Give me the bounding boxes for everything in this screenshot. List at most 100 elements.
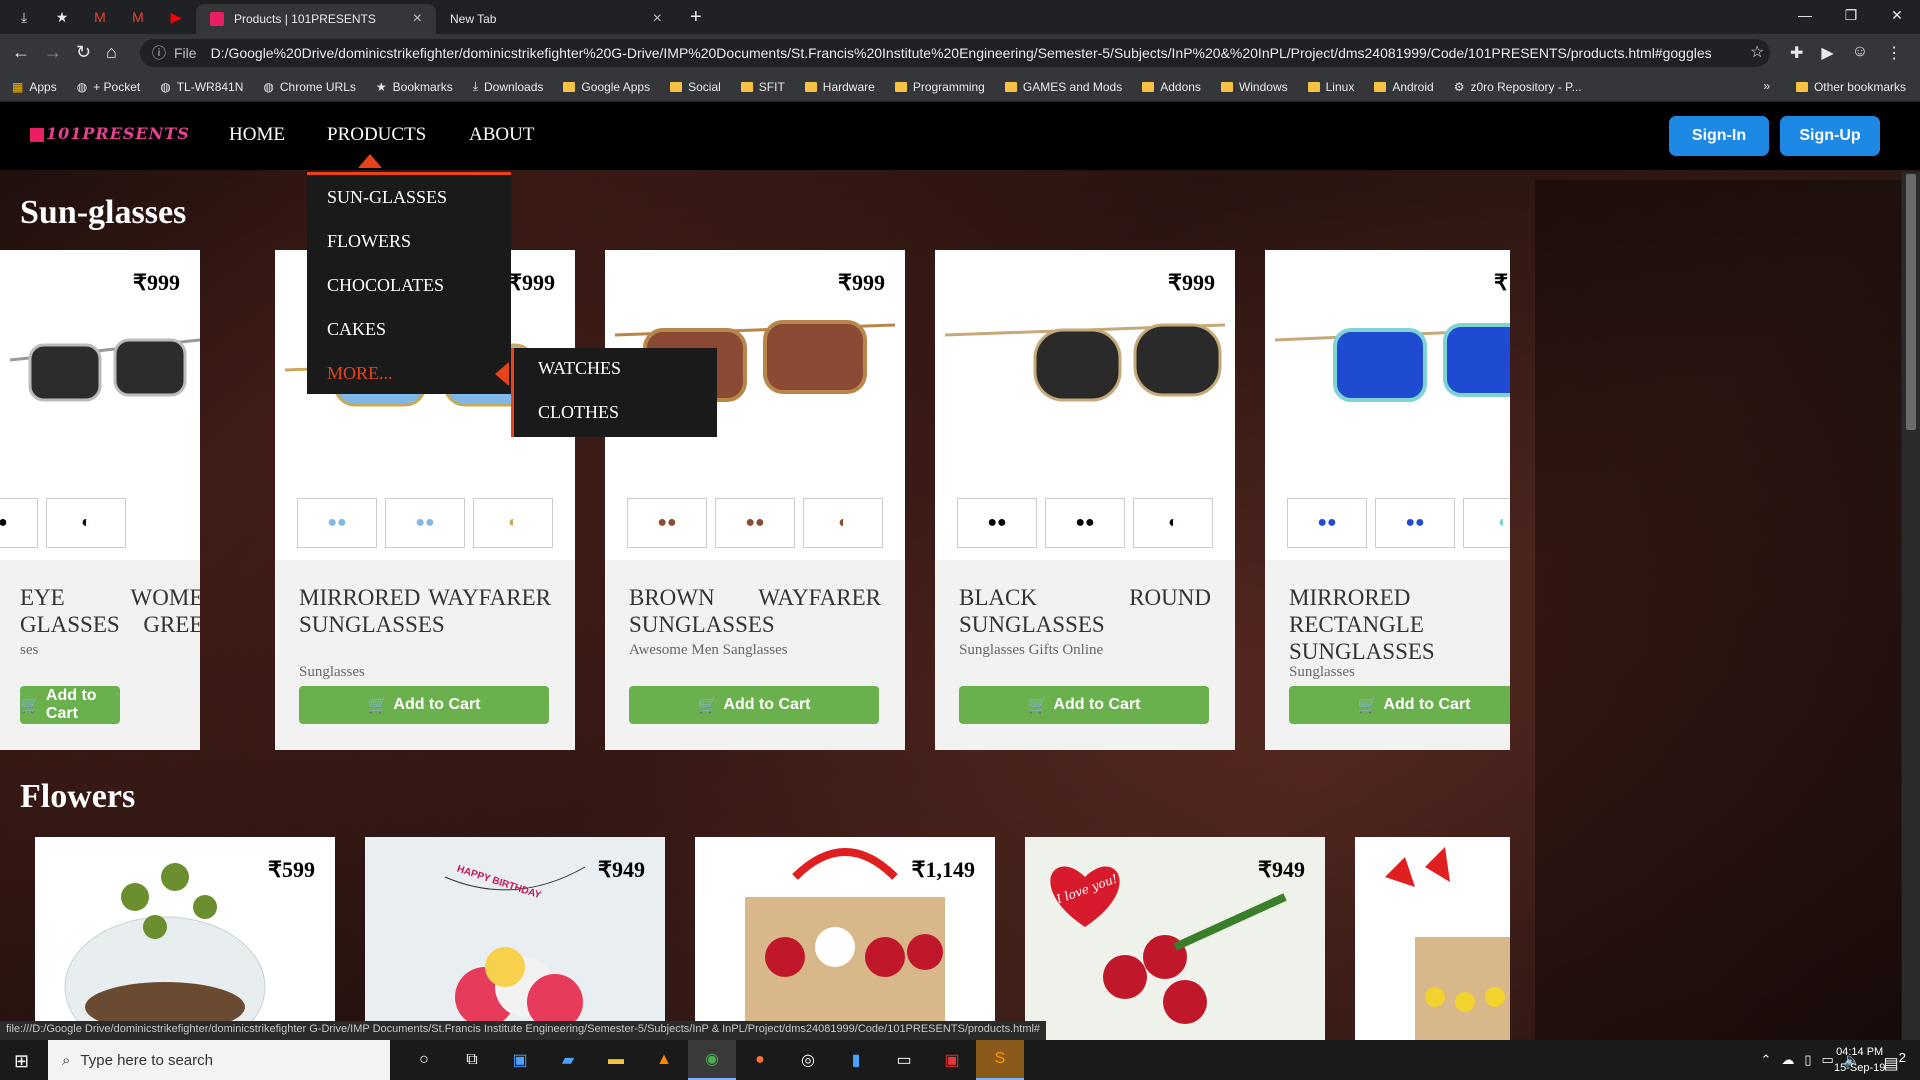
bookmark-pocket[interactable]: ◍ + Pocket <box>77 80 141 94</box>
restore-icon[interactable]: ❐ <box>1828 0 1874 30</box>
reload-icon[interactable]: ↻ <box>76 42 91 63</box>
bookmark-folder-programming[interactable]: Programming <box>894 80 985 94</box>
thumbnail[interactable]: ●● <box>715 498 795 548</box>
chrome-icon[interactable]: ◉ <box>688 1040 736 1080</box>
tray-chevron-icon[interactable]: ⌃ <box>1760 1052 1771 1068</box>
bookmark-folder-social[interactable]: Social <box>670 80 721 94</box>
bookmark-star-icon[interactable]: ☆ <box>1750 42 1764 62</box>
bookmark-tl-wr841n[interactable]: ◍ TL-WR841N <box>160 80 243 94</box>
cortana-circle-icon[interactable]: ○ <box>400 1040 448 1080</box>
dropdown-item-more[interactable]: MORE... <box>327 363 393 384</box>
submenu-item-watches[interactable]: WATCHES <box>538 358 621 379</box>
bookmark-chrome-urls[interactable]: ◍ Chrome URLs <box>263 80 356 94</box>
gmail-icon[interactable]: M <box>84 6 116 28</box>
product-card[interactable]: ₹1,149 <box>695 837 995 1040</box>
product-card[interactable] <box>1355 837 1510 1040</box>
bookmark-folder-windows[interactable]: Windows <box>1220 80 1288 94</box>
bookmark-z0ro-repository[interactable]: ⚙ z0ro Repository - P... <box>1454 80 1582 94</box>
sublime-text-icon[interactable]: S <box>976 1040 1024 1080</box>
firefox-icon[interactable]: ● <box>736 1040 784 1080</box>
app-icon[interactable]: ▣ <box>496 1040 544 1080</box>
tab-products[interactable]: Products | 101PRESENTS × <box>196 4 436 34</box>
bookmark-folder-hardware[interactable]: Hardware <box>804 80 875 94</box>
menu-kebab-icon[interactable]: ⋮ <box>1886 43 1902 63</box>
product-card[interactable]: ₹ ●● ●● ◐ MIRRORED RECTANGLE SUNGLASSES … <box>1265 250 1510 750</box>
thumbnail[interactable]: ●● <box>297 498 377 548</box>
tab-new-tab[interactable]: New Tab × <box>436 4 676 34</box>
product-card[interactable]: ₹999 ● ●● ◐ EYE WOMEN GLASSES GREEN ses … <box>0 250 200 750</box>
dropdown-item-chocolates[interactable]: CHOCOLATES <box>327 275 444 296</box>
thumbnail[interactable]: ●● <box>0 498 38 548</box>
product-card[interactable]: ₹999 ●● ●● ◐ BLACK ROUND SUNGLASSES Sung… <box>935 250 1235 750</box>
taskbar-search-box[interactable]: ⌕ Type here to search <box>48 1040 390 1080</box>
windows-start-icon[interactable]: ⊞ <box>14 1051 29 1072</box>
submenu-item-clothes[interactable]: CLOTHES <box>538 402 619 423</box>
media-play-icon[interactable]: ▶ <box>1821 43 1833 63</box>
bookmark-apps[interactable]: ▦ Apps <box>12 80 57 94</box>
youtube-icon[interactable]: ▶ <box>160 6 192 28</box>
sign-up-button[interactable]: Sign-Up <box>1780 116 1880 156</box>
bookmark-folder-google-apps[interactable]: Google Apps <box>563 80 650 94</box>
bookmark-folder-android[interactable]: Android <box>1374 80 1434 94</box>
bookmark-folder-linux[interactable]: Linux <box>1307 80 1354 94</box>
info-icon[interactable]: ⓘ <box>152 43 166 63</box>
bookmark-folder-games[interactable]: GAMES and Mods <box>1004 80 1122 94</box>
dropdown-item-cakes[interactable]: CAKES <box>327 319 386 340</box>
new-tab-plus-icon[interactable]: + <box>690 6 702 29</box>
add-to-cart-button[interactable]: 🛒 Add to Cart <box>20 686 120 724</box>
steam-icon[interactable]: ◎ <box>784 1040 832 1080</box>
app-icon[interactable]: ▰ <box>544 1040 592 1080</box>
thumbnail[interactable]: ●● <box>1045 498 1125 548</box>
nav-home[interactable]: HOME <box>229 124 285 146</box>
battery-icon[interactable]: ▯ <box>1804 1052 1811 1068</box>
extensions-puzzle-icon[interactable]: ✚ <box>1790 43 1803 63</box>
vlc-icon[interactable]: ▲ <box>640 1040 688 1080</box>
thumbnail[interactable]: ◐ <box>1133 498 1213 548</box>
dropdown-item-sunglasses[interactable]: SUN-GLASSES <box>327 187 447 208</box>
app-icon[interactable]: ▭ <box>880 1040 928 1080</box>
download-icon[interactable]: ⤓ <box>8 6 40 28</box>
task-view-icon[interactable]: ⧉ <box>448 1040 496 1080</box>
back-arrow-icon[interactable]: ← <box>12 42 30 63</box>
bookmark-folder-addons[interactable]: Addons <box>1142 80 1201 94</box>
scrollbar-thumb[interactable] <box>1906 174 1916 430</box>
add-to-cart-button[interactable]: 🛒 Add to Cart <box>1289 686 1510 724</box>
thumbnail[interactable]: ◐ <box>803 498 883 548</box>
close-tab-icon[interactable]: × <box>413 10 422 28</box>
close-tab-icon[interactable]: × <box>653 10 662 28</box>
thumbnail[interactable]: ●● <box>1375 498 1455 548</box>
minimize-icon[interactable]: — <box>1782 0 1828 30</box>
dropdown-item-flowers[interactable]: FLOWERS <box>327 231 411 252</box>
file-explorer-icon[interactable]: ▬ <box>592 1040 640 1080</box>
thumbnail[interactable]: ◐ <box>1463 498 1510 548</box>
sign-in-button[interactable]: Sign-In <box>1669 116 1769 156</box>
bookmark-downloads[interactable]: ⤓ Downloads <box>473 79 544 94</box>
gmail-icon[interactable]: M <box>122 6 154 28</box>
thumbnail[interactable]: ◐ <box>46 498 126 548</box>
product-card[interactable]: ₹949 I love you! <box>1025 837 1325 1040</box>
bookmark-folder-sfit[interactable]: SFIT <box>740 80 785 94</box>
star-icon[interactable]: ★ <box>46 6 78 28</box>
nav-about[interactable]: ABOUT <box>469 124 534 146</box>
bookmark-other[interactable]: Other bookmarks <box>1795 80 1906 94</box>
bookmarks-overflow-chevron-icon[interactable]: » <box>1763 79 1770 93</box>
system-clock[interactable]: 04:14 PM 15-Sep-19 <box>1834 1044 1885 1076</box>
add-to-cart-button[interactable]: 🛒 Add to Cart <box>959 686 1209 724</box>
address-bar[interactable]: ⓘ File D:/Google%20Drive/dominicstrikefi… <box>140 39 1770 67</box>
product-card[interactable]: ₹999 ●● ●● ◐ BROWN WAYFARER SUNGLASSES A… <box>605 250 905 750</box>
nav-products[interactable]: PRODUCTS <box>327 124 426 146</box>
thumbnail[interactable]: ●● <box>385 498 465 548</box>
thumbnail[interactable]: ●● <box>627 498 707 548</box>
app-icon[interactable]: ▮ <box>832 1040 880 1080</box>
notification-center-icon[interactable]: ▤2 <box>1883 1050 1906 1073</box>
network-icon[interactable]: ▭ <box>1822 1052 1834 1068</box>
close-window-icon[interactable]: ✕ <box>1874 0 1920 30</box>
onedrive-cloud-icon[interactable]: ☁ <box>1781 1052 1794 1068</box>
add-to-cart-button[interactable]: 🛒 Add to Cart <box>629 686 879 724</box>
add-to-cart-button[interactable]: 🛒 Add to Cart <box>299 686 549 724</box>
thumbnail[interactable]: ●● <box>1287 498 1367 548</box>
forward-arrow-icon[interactable]: → <box>44 42 62 63</box>
product-card[interactable]: ₹599 <box>35 837 335 1040</box>
thumbnail[interactable]: ●● <box>957 498 1037 548</box>
thumbnail[interactable]: ◐ <box>473 498 553 548</box>
